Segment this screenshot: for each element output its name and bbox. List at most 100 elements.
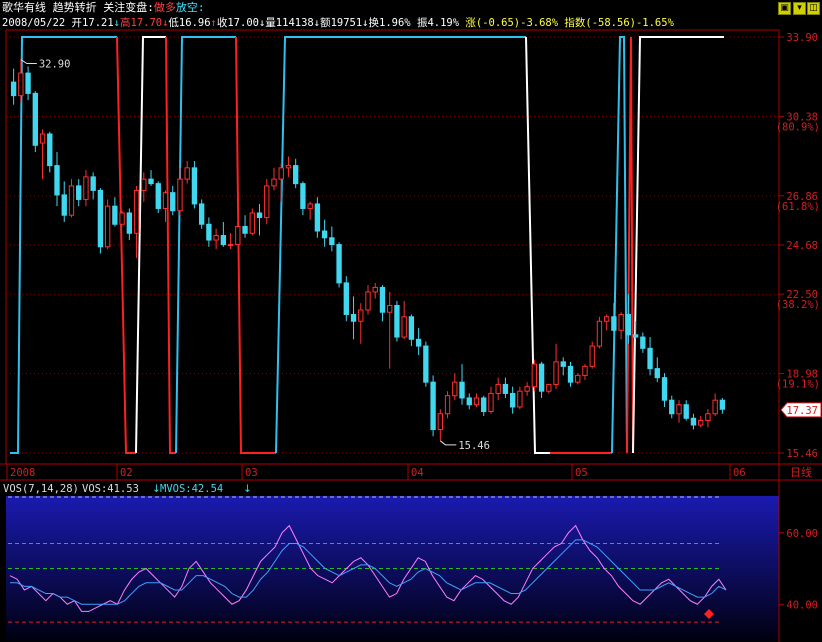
mvos-value-label: MVOS:42.54 [160,483,223,495]
candle-body [47,133,53,167]
candle-body [669,399,675,415]
candle-body [97,189,104,248]
candle-body [589,345,595,367]
candle-body [712,399,718,415]
candle-body [293,165,299,185]
candle-body [264,185,270,218]
candle-body [640,336,646,349]
candle-body [336,244,342,284]
candle-body [170,192,176,212]
candle-body [575,374,581,383]
candle-body [567,365,574,383]
candle-body [227,244,234,247]
candle-body [466,397,472,406]
candle-body [198,203,205,225]
candle-body [553,361,559,385]
candle-body [256,212,263,218]
candle-body [18,72,24,97]
candle-body [25,72,31,94]
y-tick-label: 33.90 [786,32,818,44]
candle-body [387,304,393,313]
x-tick-label: 03 [245,467,258,479]
candle-body [690,417,697,426]
candle-body [112,205,118,225]
candle-body [372,286,378,293]
candle-body [531,363,538,388]
candle-body [314,203,321,232]
x-tick-label: 2008 [10,467,35,479]
candle-body [423,345,429,383]
candle-body [148,178,154,185]
candle-body [83,176,89,200]
candle-body [278,167,284,180]
candle-body [206,223,212,241]
candle-body [632,334,639,338]
candle-body [408,316,415,340]
candle-body [488,392,494,412]
candle-body [495,383,501,394]
candle-body [104,205,111,248]
candle-body [560,361,566,367]
high-marker-label: 32.90 [39,59,71,71]
candle-body [517,390,523,408]
candle-body [437,413,443,431]
candle-body [705,413,711,422]
osc-y-tick-label: 40.00 [786,599,818,611]
low-marker-label: 15.46 [458,440,490,452]
last-price-label: 17.37 [786,405,818,417]
low-marker-line [440,440,457,446]
candle-body [61,194,67,216]
candle-body [524,386,530,392]
candle-body [379,286,386,313]
candle-body [213,235,219,241]
candle-body [358,309,364,322]
candle-body [300,183,306,209]
candle-body [365,291,371,311]
candle-body [502,383,509,394]
x-tick-label: 04 [411,467,424,479]
stock-chart[interactable]: 33.9030.3826.8624.6822.5018.9815.46(80.9… [0,0,822,642]
candle-body [452,381,458,397]
candle-body [191,167,198,205]
x-tick-label: 05 [575,467,588,479]
candle-body [350,313,357,322]
candle-body [90,176,96,191]
candle-body [538,363,545,392]
candle-body [401,316,407,338]
x-tick-label: 06 [733,467,746,479]
candle-body [473,397,480,406]
candle-body [676,404,682,415]
candle-body [430,381,436,431]
candle-body [133,189,140,234]
candle-body [39,133,46,144]
candle-body [119,212,125,225]
candle-body [155,183,161,209]
y-tick-label: 24.68 [786,240,818,252]
trend-indicator-line [275,36,526,454]
down-arrow-icon: ↓ [243,483,252,495]
candle-body [32,92,38,146]
candle-body [242,226,248,234]
trend-indicator-line [626,36,634,454]
candle-body [68,185,75,216]
y-pct-label: (38.2%) [776,299,820,311]
candle-body [661,377,668,401]
candle-body [683,404,689,419]
candle-body [459,381,465,399]
y-tick-label: 15.46 [786,448,818,460]
candle-body [162,192,169,209]
high-marker-line [20,59,37,65]
candle-body [329,237,335,246]
candle-body [611,316,617,331]
candle-body [321,230,328,239]
osc-y-tick-label: 60.00 [786,528,818,540]
candle-body [444,395,451,415]
period-label: 日线 [790,465,812,479]
candle-body [54,165,60,196]
candle-body [698,420,704,426]
candle-body [343,282,349,315]
y-pct-label: (80.9%) [776,121,820,133]
candle-body [618,313,624,331]
candle-body [481,397,487,412]
candle-body [285,165,292,169]
